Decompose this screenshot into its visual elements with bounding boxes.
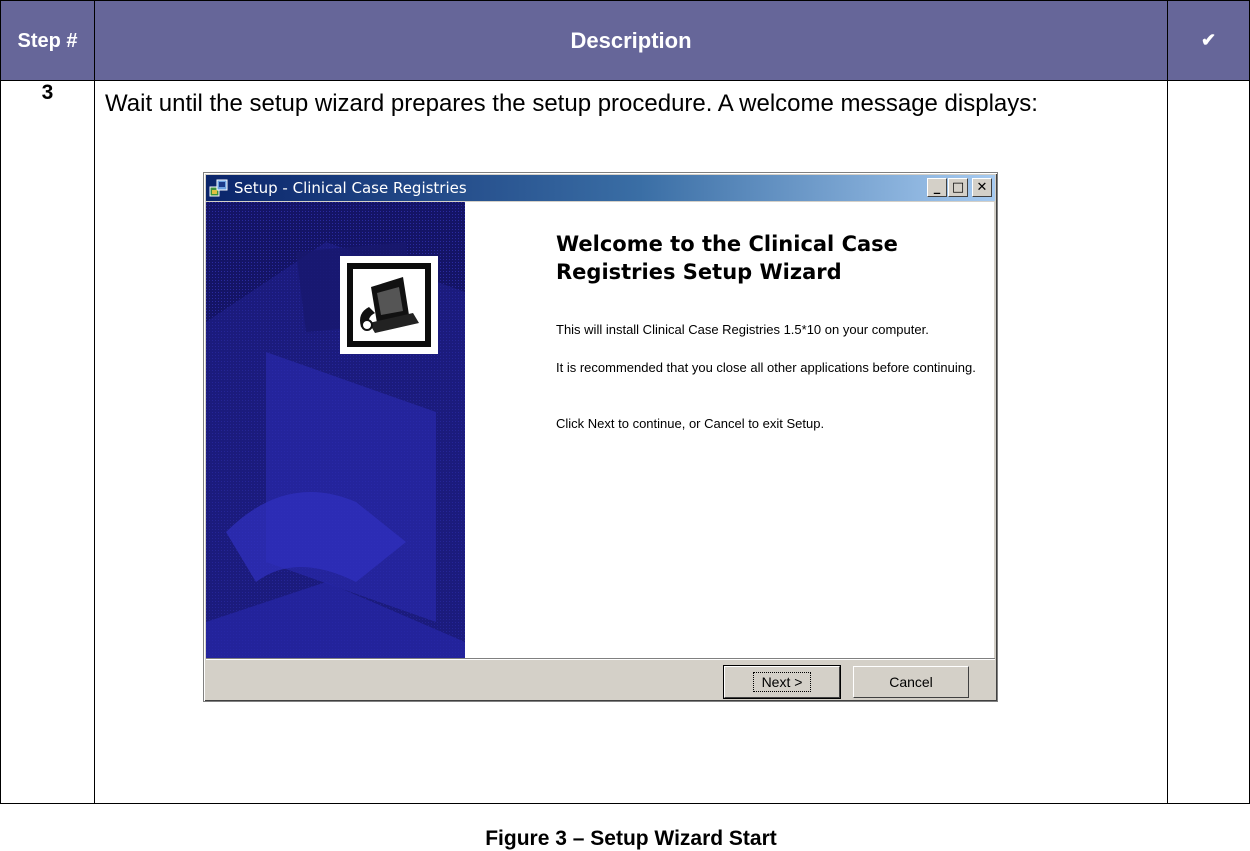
next-button[interactable]: Next > [723, 665, 841, 699]
maximize-button[interactable]: □ [948, 178, 968, 197]
recommendation-message: It is recommended that you close all oth… [556, 360, 976, 375]
step-description: Wait until the setup wizard prepares the… [105, 90, 1038, 117]
footer-divider [206, 658, 995, 660]
description-cell: Wait until the setup wizard prepares the… [94, 80, 1168, 850]
header-step: Step # [0, 0, 95, 81]
wizard-side-banner [206, 202, 465, 658]
install-message: This will install Clinical Case Registri… [556, 322, 929, 337]
instruction-message: Click Next to continue, or Cancel to exi… [556, 416, 825, 431]
close-button[interactable]: ✕ [972, 178, 992, 197]
window-titlebar[interactable]: Setup - Clinical Case Registries _ □ ✕ [206, 175, 995, 201]
step-number: 3 [0, 80, 95, 804]
cancel-button[interactable]: Cancel [853, 666, 969, 698]
procedure-table: Step # Description ✔ 3 Wait until the se… [0, 0, 1250, 850]
table-row: 3 Wait until the setup wizard prepares t… [0, 80, 1250, 850]
computer-install-icon [340, 256, 438, 354]
window-title: Setup - Clinical Case Registries [234, 179, 467, 197]
welcome-heading: Welcome to the Clinical Case Registries … [556, 232, 898, 284]
figure-caption: Figure 3 – Setup Wizard Start [485, 827, 777, 850]
header-check-icon: ✔ [1167, 0, 1250, 81]
setup-app-icon [209, 179, 228, 197]
minimize-button[interactable]: _ [927, 178, 947, 197]
wizard-content-panel: Welcome to the Clinical Case Registries … [465, 202, 994, 658]
table-header-row: Step # Description ✔ [0, 0, 1250, 81]
check-cell [1167, 80, 1250, 804]
next-button-label: Next > [752, 672, 812, 692]
header-description: Description [94, 0, 1168, 81]
setup-wizard-window: Setup - Clinical Case Registries _ □ ✕ W… [203, 172, 998, 702]
